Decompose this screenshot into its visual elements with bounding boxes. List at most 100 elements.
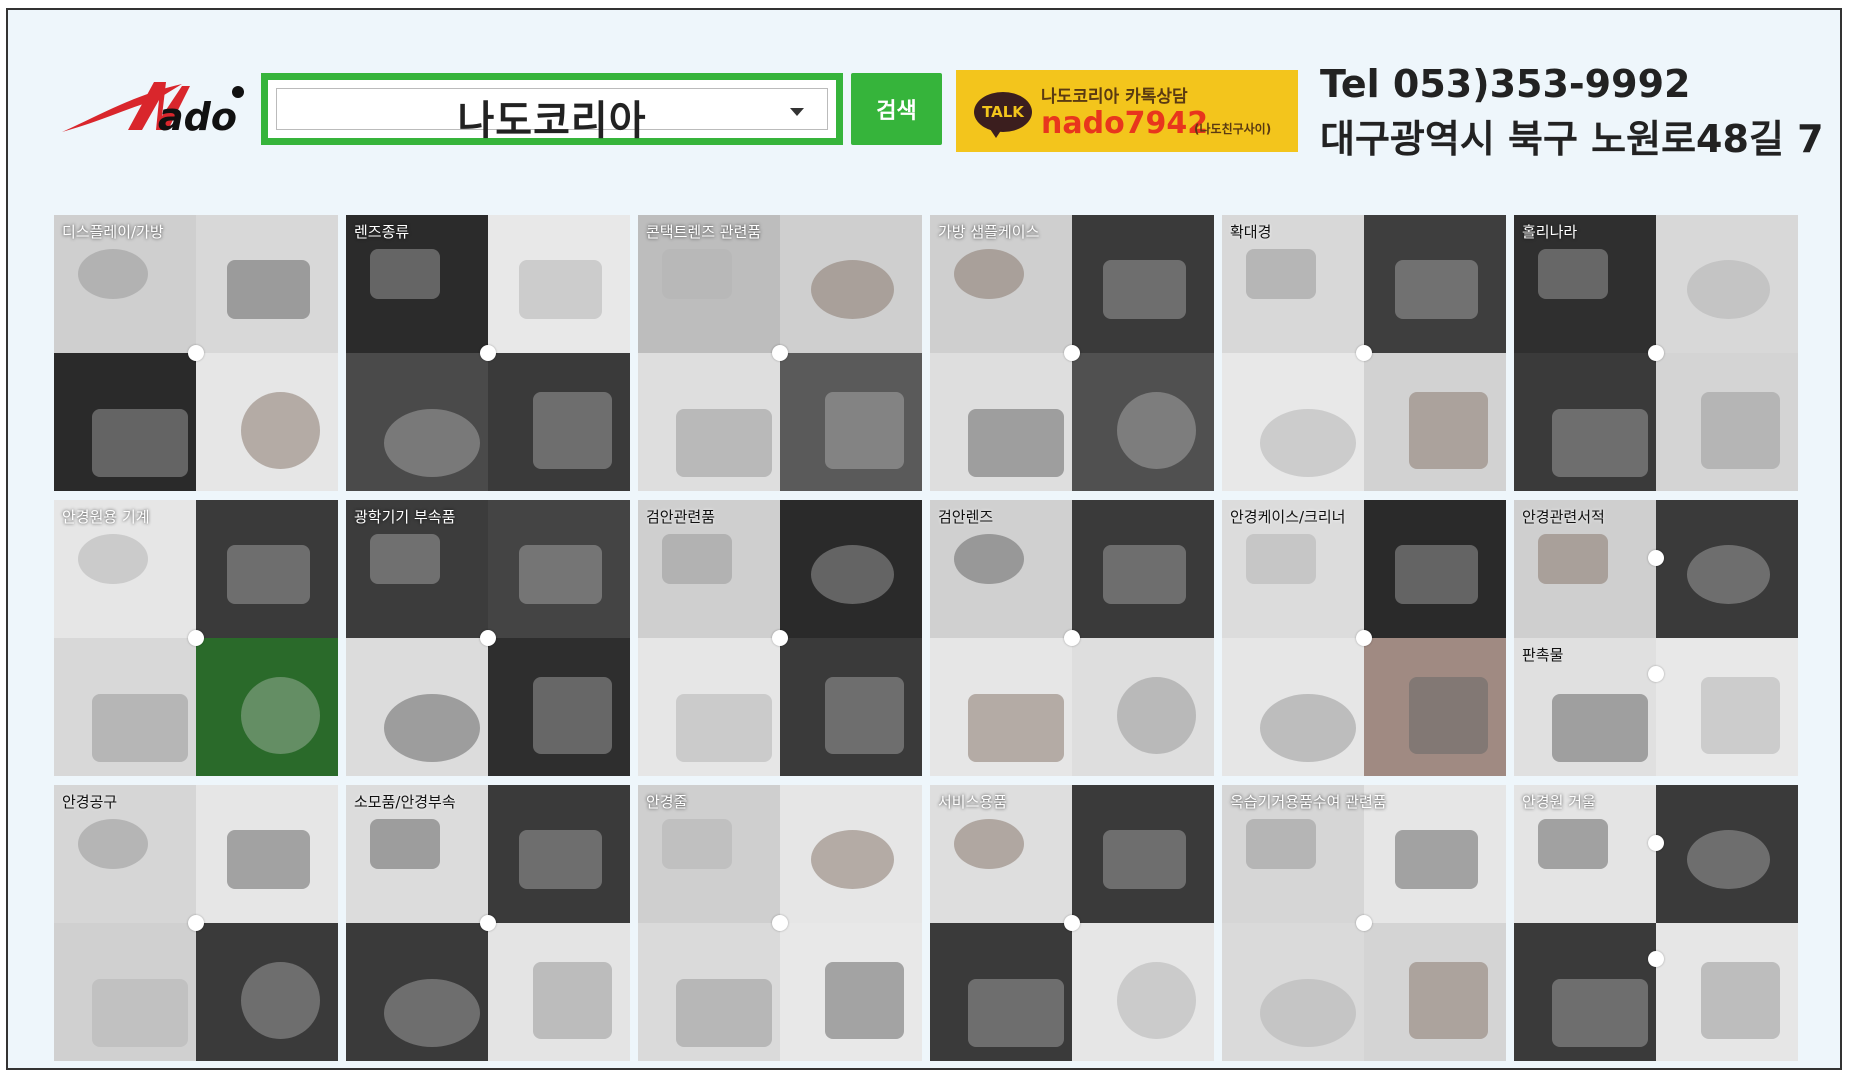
product-thumbnail[interactable] — [488, 353, 630, 491]
product-thumbnail[interactable] — [196, 785, 338, 923]
product-thumbnail[interactable] — [638, 638, 780, 776]
contact-phone: Tel 053)353-9992 — [1320, 62, 1691, 106]
product-thumbnail[interactable] — [780, 785, 922, 923]
category-label: 옥습기거용품수여 관련품 — [1230, 793, 1387, 811]
product-image — [811, 260, 894, 319]
product-thumbnail[interactable] — [1656, 215, 1798, 353]
product-thumbnail[interactable] — [1656, 923, 1798, 1061]
category-card[interactable]: 안경공구 — [54, 785, 338, 1061]
product-image — [519, 830, 602, 889]
product-thumbnail[interactable] — [196, 215, 338, 353]
product-thumbnail[interactable] — [196, 353, 338, 491]
product-thumbnail[interactable] — [488, 500, 630, 638]
product-image — [1260, 979, 1356, 1047]
category-card[interactable]: 안경원 거울 — [1514, 785, 1798, 1061]
contact-address: 대구광역시 북구 노원로48길 7 — [1320, 117, 1824, 161]
category-card[interactable]: 콘택트렌즈 관련품 — [638, 215, 922, 491]
category-card[interactable]: 확대경 — [1222, 215, 1506, 491]
product-thumbnail[interactable] — [930, 638, 1072, 776]
product-thumbnail[interactable] — [1222, 353, 1364, 491]
product-thumbnail[interactable] — [1514, 353, 1656, 491]
product-thumbnail[interactable] — [638, 923, 780, 1061]
product-thumbnail[interactable] — [780, 215, 922, 353]
product-thumbnail[interactable] — [1072, 638, 1214, 776]
product-thumbnail[interactable] — [1656, 785, 1798, 923]
category-label: 확대경 — [1230, 223, 1272, 241]
product-thumbnail[interactable] — [346, 923, 488, 1061]
product-thumbnail[interactable] — [488, 923, 630, 1061]
product-thumbnail[interactable] — [1514, 923, 1656, 1061]
product-image — [227, 545, 310, 604]
product-image — [384, 694, 480, 762]
product-thumbnail[interactable] — [1222, 923, 1364, 1061]
kakao-talk-banner[interactable]: TALK 나도코리아 카톡상담 nado7942 (나도친구사이) — [956, 70, 1298, 152]
product-thumbnail[interactable] — [780, 500, 922, 638]
product-image — [1687, 545, 1770, 604]
category-card[interactable]: 안경줄 — [638, 785, 922, 1061]
search-button[interactable]: 검색 — [851, 73, 942, 145]
product-thumbnail[interactable] — [1222, 638, 1364, 776]
product-thumbnail[interactable] — [1364, 215, 1506, 353]
product-image — [78, 534, 148, 584]
product-thumbnail[interactable] — [488, 785, 630, 923]
category-card[interactable]: 옥습기거용품수여 관련품 — [1222, 785, 1506, 1061]
nado-logo[interactable]: ado — [58, 72, 248, 144]
category-label: 안경관련서적 — [1522, 508, 1605, 526]
category-card[interactable]: 소모품/안경부속 — [346, 785, 630, 1061]
product-thumbnail[interactable] — [930, 353, 1072, 491]
category-card[interactable]: 안경관련서적 판촉물 — [1514, 500, 1798, 776]
product-image — [241, 677, 320, 754]
kakao-title: 나도코리아 카톡상담 — [1041, 87, 1188, 107]
category-card[interactable]: 디스플레이/가방 — [54, 215, 338, 491]
category-card[interactable]: 안경원용 기계 — [54, 500, 338, 776]
product-thumbnail[interactable] — [1364, 500, 1506, 638]
category-label: 서비스용품 — [938, 793, 1008, 811]
product-thumbnail[interactable] — [196, 500, 338, 638]
logo-text: ado — [158, 95, 237, 139]
product-thumbnail[interactable] — [54, 353, 196, 491]
product-image — [1117, 962, 1196, 1039]
category-card[interactable]: 검안관련품 — [638, 500, 922, 776]
tile-junction-dot — [772, 345, 788, 361]
product-image — [1246, 819, 1316, 869]
tile-junction-dot — [1648, 550, 1664, 566]
product-thumbnail[interactable] — [1656, 353, 1798, 491]
product-thumbnail[interactable] — [196, 923, 338, 1061]
category-card[interactable]: 홀리나라 — [1514, 215, 1798, 491]
product-thumbnail[interactable] — [930, 923, 1072, 1061]
product-thumbnail[interactable] — [1072, 500, 1214, 638]
product-thumbnail[interactable] — [1072, 215, 1214, 353]
product-thumbnail[interactable] — [1364, 638, 1506, 776]
search-input[interactable]: 나도코리아 — [261, 73, 843, 145]
product-thumbnail[interactable] — [488, 215, 630, 353]
tile-junction-dot — [1648, 666, 1664, 682]
product-thumbnail[interactable] — [346, 638, 488, 776]
product-thumbnail[interactable] — [488, 638, 630, 776]
product-thumbnail[interactable] — [1072, 785, 1214, 923]
product-thumbnail[interactable] — [1364, 353, 1506, 491]
product-image — [1395, 830, 1478, 889]
product-image — [519, 260, 602, 319]
category-card[interactable]: 광학기기 부속품 — [346, 500, 630, 776]
product-thumbnail[interactable] — [54, 638, 196, 776]
category-label: 렌즈종류 — [354, 223, 410, 241]
product-thumbnail[interactable] — [780, 638, 922, 776]
product-image — [968, 409, 1064, 477]
category-card[interactable]: 검안렌즈 — [930, 500, 1214, 776]
product-thumbnail[interactable] — [1364, 923, 1506, 1061]
category-card[interactable]: 서비스용품 — [930, 785, 1214, 1061]
product-thumbnail[interactable] — [1656, 500, 1798, 638]
product-thumbnail[interactable] — [1072, 353, 1214, 491]
product-thumbnail[interactable] — [780, 353, 922, 491]
product-thumbnail[interactable] — [346, 353, 488, 491]
product-thumbnail[interactable] — [1656, 638, 1798, 776]
category-card[interactable]: 렌즈종류 — [346, 215, 630, 491]
product-thumbnail[interactable] — [638, 353, 780, 491]
chevron-down-icon[interactable] — [790, 108, 804, 116]
product-thumbnail[interactable] — [54, 923, 196, 1061]
category-card[interactable]: 안경케이스/크리너 — [1222, 500, 1506, 776]
product-thumbnail[interactable] — [780, 923, 922, 1061]
product-thumbnail[interactable] — [1072, 923, 1214, 1061]
product-thumbnail[interactable] — [196, 638, 338, 776]
category-card[interactable]: 가방 샘플케이스 — [930, 215, 1214, 491]
